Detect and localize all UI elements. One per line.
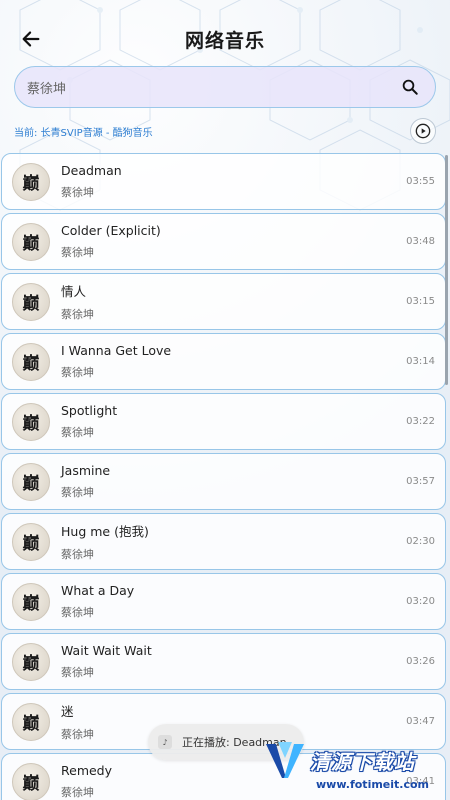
song-info: Wait Wait Wait 蔡徐坤: [61, 643, 406, 680]
album-cover: 巅: [12, 282, 50, 321]
album-cover: 巅: [12, 702, 50, 741]
song-row[interactable]: 巅 Colder (Explicit) 蔡徐坤 03:48: [1, 213, 446, 270]
song-info: What a Day 蔡徐坤: [61, 583, 406, 620]
search-input[interactable]: [27, 79, 397, 95]
watermark-name: 清源下载站: [310, 750, 415, 774]
song-artist: 蔡徐坤: [61, 186, 94, 199]
song-artist: 蔡徐坤: [61, 426, 94, 439]
song-artist: 蔡徐坤: [61, 666, 94, 679]
song-artist: 蔡徐坤: [61, 366, 94, 379]
song-title: What a Day: [61, 583, 135, 598]
song-title: Spotlight: [61, 403, 118, 418]
song-row[interactable]: 巅情人 蔡徐坤 03:15: [1, 273, 446, 330]
current-source-label[interactable]: 当前: 长青SVIP音源 - 酷狗音乐: [14, 124, 153, 139]
album-cover: 巅: [12, 582, 50, 621]
album-cover: 巅: [12, 642, 50, 681]
song-info: Deadman 蔡徐坤: [61, 163, 406, 200]
song-duration: 03:20: [406, 596, 435, 607]
search-bar: [14, 66, 436, 108]
album-cover: 巅: [12, 342, 50, 381]
song-info: Jasmine 蔡徐坤: [61, 463, 406, 500]
song-title: Hug me (抱我): [61, 524, 149, 539]
music-app: 网络音乐 当前: 长青SVIP音源 - 酷狗音乐 巅 Deadman 蔡徐坤 03:5…: [0, 0, 450, 800]
song-artist: 蔡徐坤: [61, 246, 94, 259]
song-row[interactable]: 巅 Jasmine 蔡徐坤 03:57: [1, 453, 446, 510]
song-row[interactable]: 巅 Deadman 蔡徐坤 03:55: [1, 153, 446, 210]
song-info: I Wanna Get Love 蔡徐坤: [61, 343, 406, 380]
play-circle-icon: [415, 123, 431, 139]
search-icon: [402, 79, 418, 95]
song-artist: 蔡徐坤: [61, 606, 94, 619]
song-row[interactable]: 巅 What a Day 蔡徐坤 03:20: [1, 573, 446, 630]
song-duration: 03:55: [406, 176, 435, 187]
song-duration: 03:47: [406, 716, 435, 727]
song-info: 情人 蔡徐坤: [61, 281, 406, 322]
song-title: Jasmine: [61, 463, 111, 478]
song-duration: 03:15: [406, 296, 435, 307]
page-title: 网络音乐: [184, 29, 265, 52]
song-row[interactable]: 巅 Spotlight 蔡徐坤 03:22: [1, 393, 446, 450]
song-info: Colder (Explicit) 蔡徐坤: [61, 223, 406, 260]
song-duration: 03:48: [406, 236, 435, 247]
search-button[interactable]: [397, 74, 423, 100]
site-watermark: 清源下载站 www.fotimeit.com: [262, 740, 448, 798]
watermark-logo-icon: [266, 742, 304, 778]
song-title: I Wanna Get Love: [61, 343, 172, 358]
song-title: Deadman: [61, 163, 122, 178]
song-artist: 蔡徐坤: [61, 548, 94, 561]
song-duration: 03:14: [406, 356, 435, 367]
album-cover: 巅: [12, 402, 50, 441]
song-title: 迷: [61, 704, 74, 719]
album-cover: 巅: [12, 222, 50, 261]
song-row[interactable]: 巅 Wait Wait Wait 蔡徐坤 03:26: [1, 633, 446, 690]
song-title: 情人: [61, 284, 87, 299]
song-artist: 蔡徐坤: [61, 308, 94, 321]
app-icon: ♪: [158, 735, 172, 749]
song-artist: 蔡徐坤: [61, 486, 94, 499]
scrollbar[interactable]: [445, 155, 448, 385]
song-duration: 02:30: [406, 536, 435, 547]
song-row[interactable]: 巅 I Wanna Get Love 蔡徐坤 03:14: [1, 333, 446, 390]
song-title: Colder (Explicit): [61, 223, 161, 238]
watermark-url: www.fotimeit.com: [316, 778, 430, 791]
album-cover: 巅: [12, 162, 50, 201]
back-button[interactable]: [16, 24, 46, 54]
album-cover: 巅: [12, 762, 50, 800]
song-duration: 03:57: [406, 476, 435, 487]
album-cover: 巅: [12, 522, 50, 561]
album-cover: 巅: [12, 462, 50, 501]
song-list: 巅 Deadman 蔡徐坤 03:55 巅 Colder (Explicit) 蔡徐坤 03:…: [0, 153, 450, 800]
song-info: Spotlight 蔡徐坤: [61, 403, 406, 440]
source-row: 当前: 长青SVIP音源 - 酷狗音乐: [14, 118, 436, 144]
song-duration: 03:22: [406, 416, 435, 427]
song-info: Hug me (抱我) 蔡徐坤: [61, 521, 406, 562]
arrow-left-icon: [22, 31, 40, 47]
play-all-button[interactable]: [410, 118, 436, 144]
song-duration: 03:26: [406, 656, 435, 667]
song-row[interactable]: 巅 Hug me (抱我) 蔡徐坤 02:30: [1, 513, 446, 570]
song-title: Wait Wait Wait: [61, 643, 152, 658]
